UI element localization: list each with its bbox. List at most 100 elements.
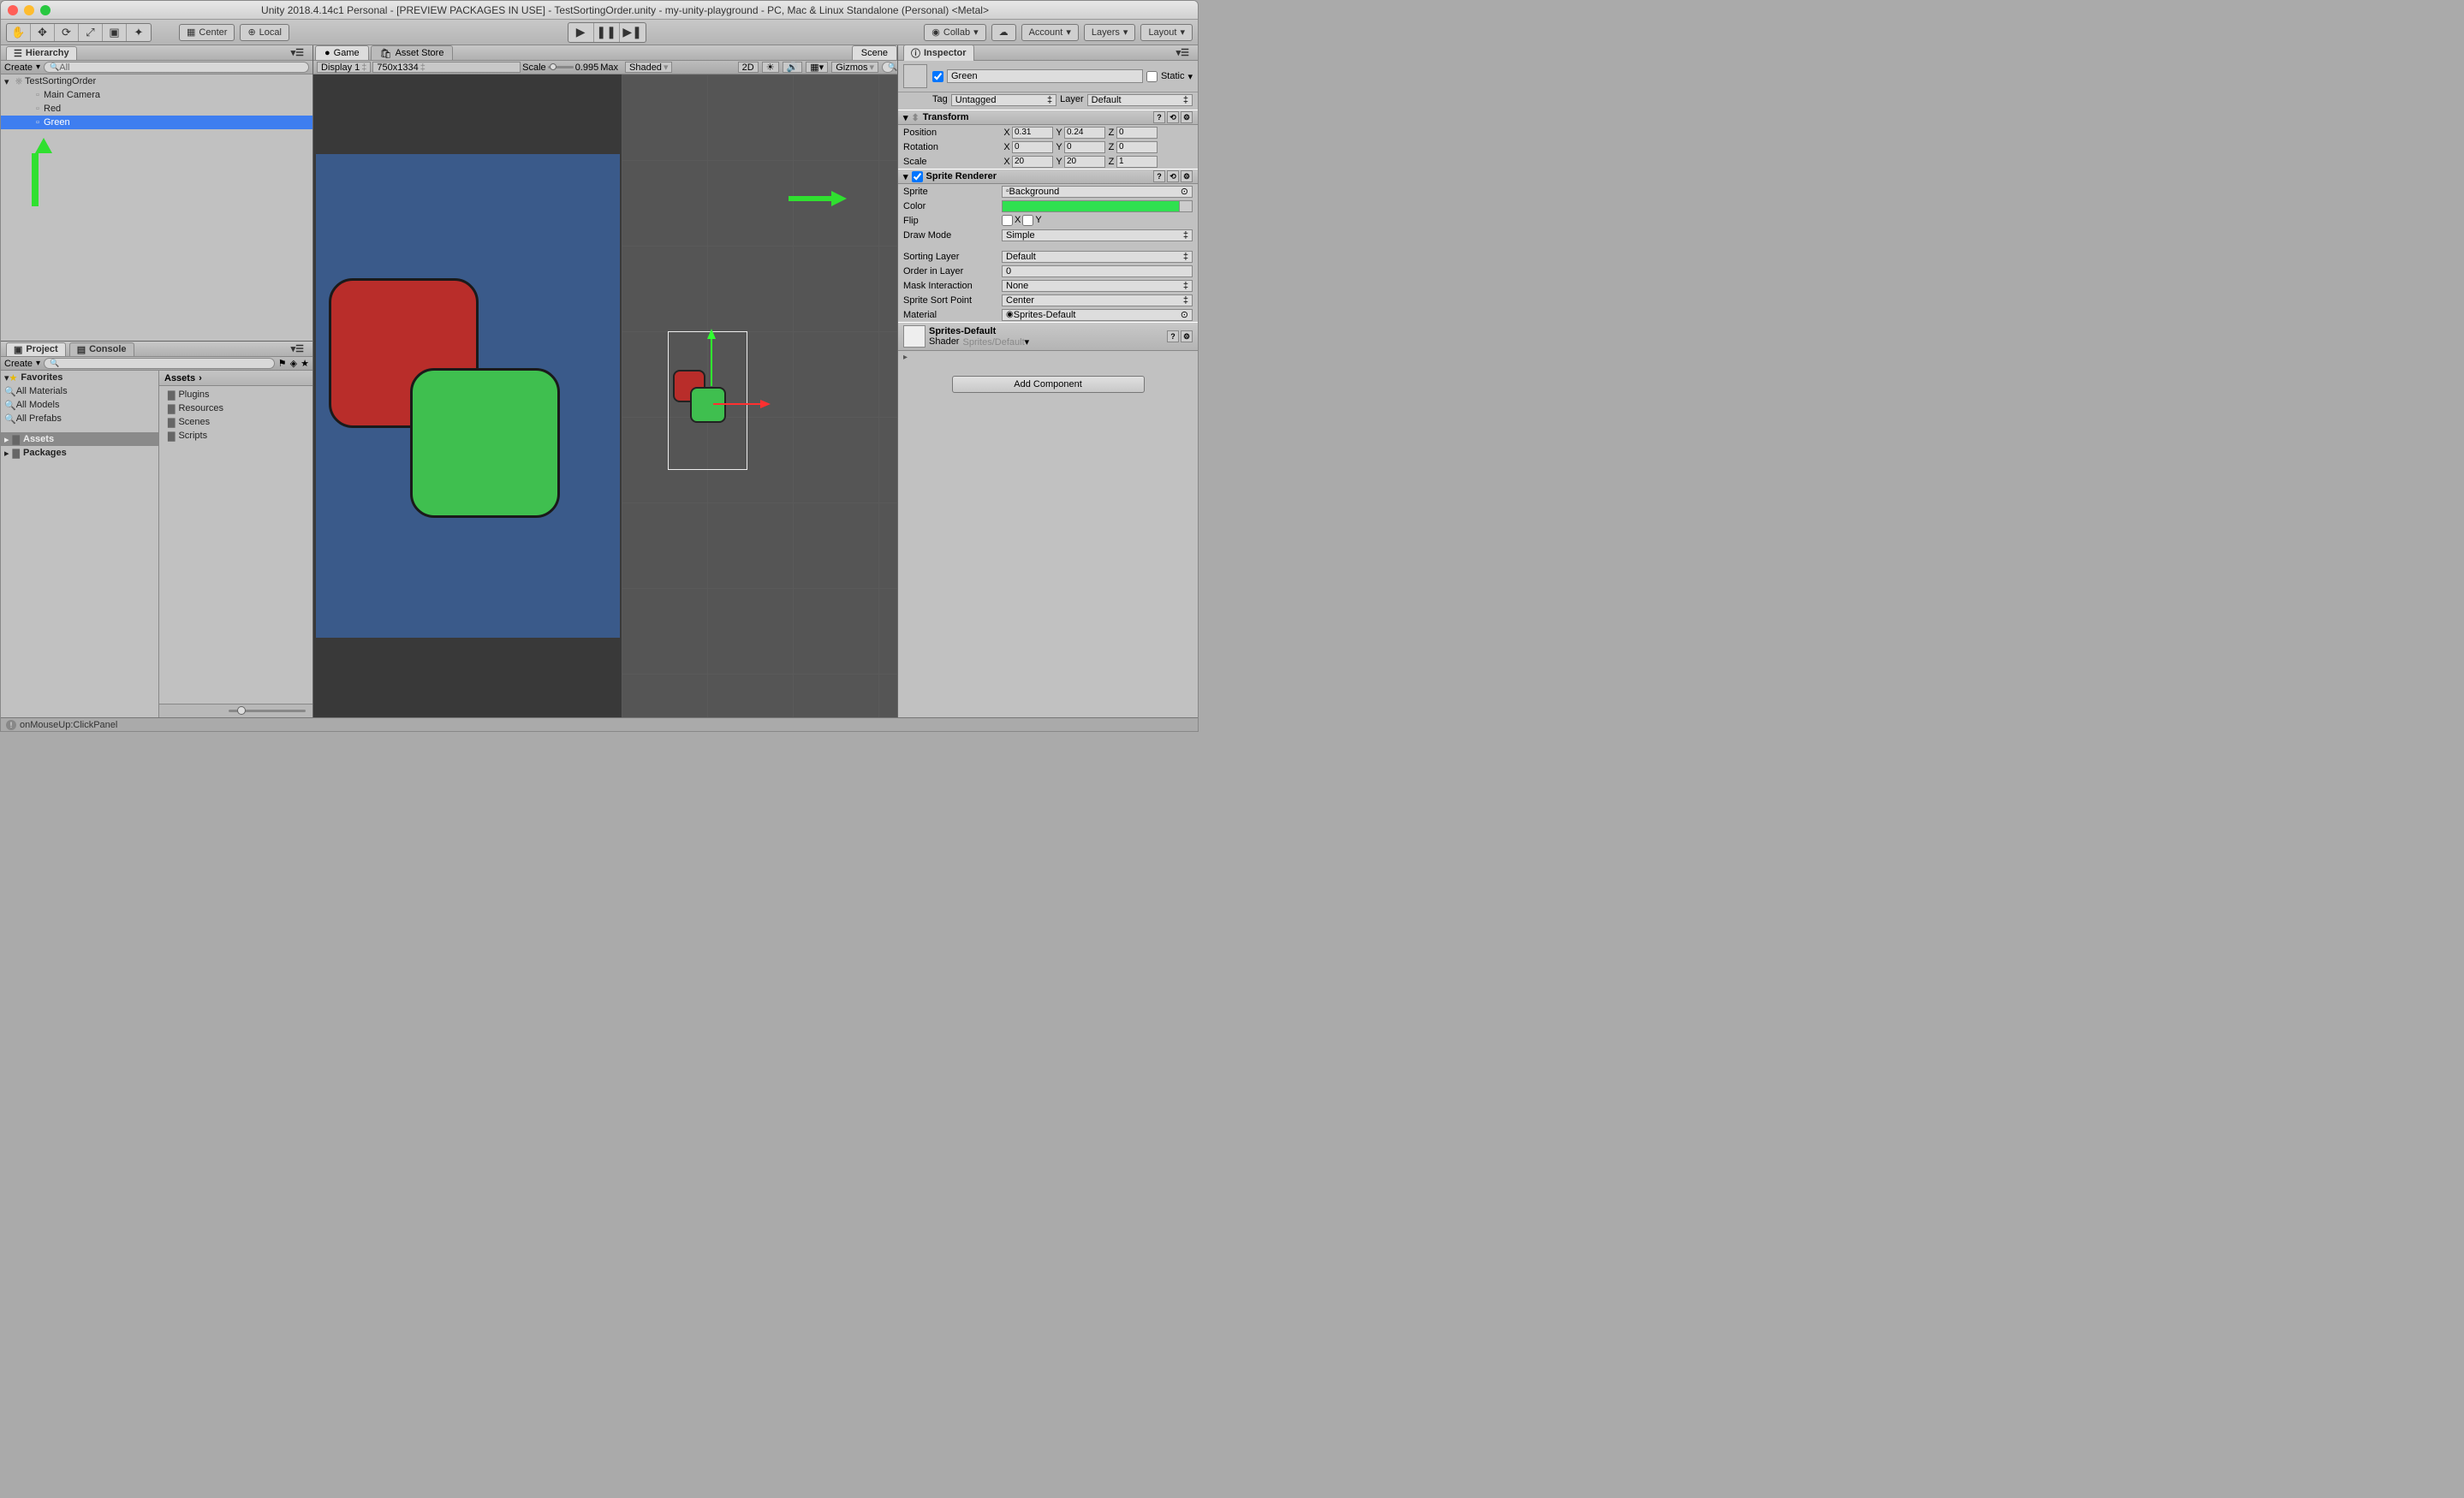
- hierarchy-item-selected[interactable]: ▫Green: [1, 116, 312, 129]
- panel-menu-icon[interactable]: ▾☰: [1173, 47, 1193, 58]
- help-icon[interactable]: ?: [1153, 111, 1165, 123]
- project-scale-slider[interactable]: [159, 704, 312, 717]
- filter-icon[interactable]: ★: [301, 358, 309, 369]
- filter-icon[interactable]: ⚑: [278, 358, 287, 369]
- rot-z-input[interactable]: [1116, 141, 1158, 153]
- shader-dropdown[interactable]: Sprites/Default▾: [962, 336, 1029, 348]
- move-gizmo-y[interactable]: [707, 329, 716, 339]
- move-gizmo-x[interactable]: [760, 400, 771, 408]
- static-checkbox[interactable]: [1146, 71, 1158, 82]
- shading-dropdown[interactable]: Shaded▾: [625, 62, 672, 73]
- rotate-tool-button[interactable]: ⟳: [55, 24, 79, 41]
- color-field[interactable]: [1002, 200, 1193, 212]
- sprite-field[interactable]: ▫ Background⊙: [1002, 186, 1193, 198]
- game-tab[interactable]: ● Game: [315, 45, 369, 60]
- pos-x-input[interactable]: [1012, 127, 1053, 139]
- 2d-toggle[interactable]: 2D: [738, 62, 759, 73]
- asset-store-tab[interactable]: 🛍 Asset Store: [371, 45, 454, 60]
- collab-button[interactable]: ◉ Collab ▾: [924, 24, 985, 41]
- menu-icon[interactable]: ⚙: [1181, 111, 1193, 123]
- layers-button[interactable]: Layers ▾: [1084, 24, 1136, 41]
- panel-menu-icon[interactable]: ▾☰: [288, 47, 307, 58]
- tag-dropdown[interactable]: Untagged ‡: [951, 94, 1056, 106]
- object-name-input[interactable]: Green: [947, 69, 1143, 83]
- hierarchy-search-input[interactable]: 🔍 All: [44, 62, 309, 73]
- pause-button[interactable]: ❚❚: [594, 23, 620, 42]
- pivot-mode-button[interactable]: ▦ Center: [179, 24, 235, 41]
- fx-toggle[interactable]: ▦▾: [806, 62, 828, 73]
- scale-y-input[interactable]: [1064, 156, 1105, 168]
- sortlayer-dropdown[interactable]: Default‡: [1002, 251, 1193, 263]
- light-toggle[interactable]: ☀: [762, 62, 779, 73]
- scale-tool-button[interactable]: ⤢: [79, 24, 103, 41]
- assets-folder[interactable]: ▸▇Assets: [1, 432, 158, 446]
- layout-button[interactable]: Layout ▾: [1140, 24, 1193, 41]
- console-tab[interactable]: ▤ Console: [69, 342, 134, 356]
- scene-view[interactable]: [622, 74, 897, 717]
- resolution-dropdown[interactable]: 750x1334‡: [372, 62, 521, 73]
- drawmode-dropdown[interactable]: Simple‡: [1002, 229, 1193, 241]
- flip-x-checkbox[interactable]: [1002, 215, 1013, 226]
- packages-folder[interactable]: ▸▇Packages: [1, 446, 158, 460]
- order-input[interactable]: 0: [1002, 265, 1193, 277]
- panel-menu-icon[interactable]: ▾☰: [288, 343, 307, 354]
- sprite-renderer-header[interactable]: ▾ Sprite Renderer?⟲⚙: [898, 169, 1198, 184]
- material-field[interactable]: ◉ Sprites-Default⊙: [1002, 309, 1193, 321]
- help-icon[interactable]: ?: [1153, 170, 1165, 182]
- account-button[interactable]: Account ▾: [1021, 24, 1079, 41]
- hierarchy-create-button[interactable]: Create: [4, 62, 33, 73]
- cloud-button[interactable]: ☁: [991, 24, 1016, 41]
- hand-tool-button[interactable]: ✋: [7, 24, 31, 41]
- sortpoint-dropdown[interactable]: Center‡: [1002, 294, 1193, 306]
- menu-icon[interactable]: ⚙: [1181, 170, 1193, 182]
- inspector-tab[interactable]: ⓘ Inspector: [903, 45, 974, 61]
- move-tool-button[interactable]: ✥: [31, 24, 55, 41]
- reset-icon[interactable]: ⟲: [1167, 170, 1179, 182]
- filter-icon[interactable]: ◈: [290, 358, 297, 369]
- help-icon[interactable]: ?: [1167, 330, 1179, 342]
- material-header[interactable]: Sprites-Default ShaderSprites/Default▾ ?…: [898, 322, 1198, 351]
- transform-tool-button[interactable]: ✦: [127, 24, 151, 41]
- favorite-item[interactable]: 🔍 All Materials: [1, 384, 158, 398]
- play-button[interactable]: ▶: [568, 23, 594, 42]
- folder-item[interactable]: ▇Scripts: [161, 429, 311, 443]
- rect-tool-button[interactable]: ▣: [103, 24, 127, 41]
- hierarchy-scene-row[interactable]: ▾⎈TestSortingOrder: [1, 74, 312, 88]
- minimize-window-icon[interactable]: [24, 5, 34, 15]
- transform-header[interactable]: ▾ ⬍ Transform?⟲⚙: [898, 110, 1198, 125]
- gizmos-dropdown[interactable]: Gizmos▾: [831, 62, 878, 73]
- pivot-rotation-button[interactable]: ⊕ Local: [240, 24, 289, 41]
- pos-y-input[interactable]: [1064, 127, 1105, 139]
- project-tab[interactable]: ▣ Project: [6, 342, 66, 356]
- project-breadcrumb[interactable]: Assets ›: [159, 371, 312, 386]
- folder-item[interactable]: ▇Resources: [161, 401, 311, 415]
- flip-y-checkbox[interactable]: [1022, 215, 1033, 226]
- scale-slider[interactable]: [548, 66, 574, 68]
- gameobject-icon[interactable]: [903, 64, 927, 88]
- scale-x-input[interactable]: [1012, 156, 1053, 168]
- step-button[interactable]: ▶❚: [620, 23, 646, 42]
- scene-tab[interactable]: Scene: [852, 45, 897, 60]
- project-search-input[interactable]: 🔍: [44, 358, 275, 369]
- hierarchy-item[interactable]: ▫Main Camera: [1, 88, 312, 102]
- folder-item[interactable]: ▇Plugins: [161, 388, 311, 401]
- scale-z-input[interactable]: [1116, 156, 1158, 168]
- folder-item[interactable]: ▇Scenes: [161, 415, 311, 429]
- component-enabled-checkbox[interactable]: [912, 171, 923, 182]
- rot-x-input[interactable]: [1012, 141, 1053, 153]
- reset-icon[interactable]: ⟲: [1167, 111, 1179, 123]
- scene-sprite-green[interactable]: [690, 387, 726, 423]
- favorite-item[interactable]: 🔍 All Prefabs: [1, 412, 158, 425]
- pos-z-input[interactable]: [1116, 127, 1158, 139]
- audio-toggle[interactable]: 🔊: [783, 62, 803, 73]
- project-create-button[interactable]: Create: [4, 359, 33, 369]
- layer-dropdown[interactable]: Default ‡: [1087, 94, 1193, 106]
- favorites-header[interactable]: ▾★Favorites: [1, 371, 158, 384]
- hierarchy-tab[interactable]: ☰ Hierarchy ▾☰: [1, 45, 312, 61]
- favorite-item[interactable]: 🔍 All Models: [1, 398, 158, 412]
- hierarchy-item[interactable]: ▫Red: [1, 102, 312, 116]
- zoom-window-icon[interactable]: [40, 5, 51, 15]
- add-component-button[interactable]: Add Component: [952, 376, 1145, 393]
- rot-y-input[interactable]: [1064, 141, 1105, 153]
- active-checkbox[interactable]: [932, 71, 943, 82]
